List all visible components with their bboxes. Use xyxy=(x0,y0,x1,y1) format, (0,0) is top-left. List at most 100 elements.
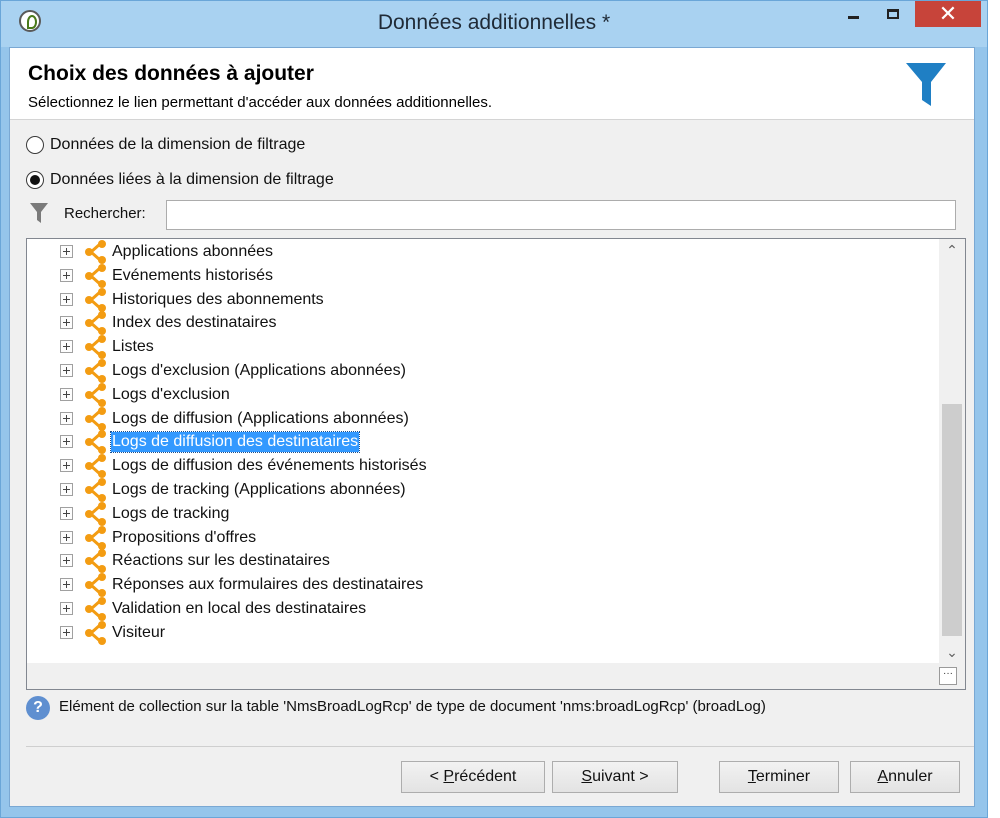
search-input[interactable] xyxy=(166,200,956,230)
radio-button[interactable] xyxy=(26,136,44,154)
previous-accelerator: P xyxy=(443,768,455,785)
tree-item-label: Logs d'exclusion xyxy=(112,385,230,403)
next-label: uivant > xyxy=(592,768,649,785)
tree-item[interactable]: Réactions sur les destinataires xyxy=(27,549,927,574)
maximize-button[interactable] xyxy=(873,1,913,27)
radio-button-checked[interactable] xyxy=(26,171,44,189)
expand-icon[interactable] xyxy=(60,602,73,615)
link-icon xyxy=(85,430,106,455)
link-icon xyxy=(85,620,106,645)
link-icon xyxy=(85,263,106,288)
expand-icon[interactable] xyxy=(60,245,73,258)
info-row: ? Elément de collection sur la table 'Nm… xyxy=(26,696,966,722)
scroll-thumb[interactable] xyxy=(942,404,962,636)
page-title: Choix des données à ajouter xyxy=(28,62,314,85)
tree-item-label: Logs de tracking (Applications abonnées) xyxy=(112,481,406,498)
radio-filter-dimension[interactable]: Données de la dimension de filtrage xyxy=(26,136,305,154)
tree-item[interactable]: Propositions d'offres xyxy=(27,525,927,550)
tree-item-label: Validation en local des destinataires xyxy=(112,600,367,617)
tree-item[interactable]: Applications abonnées xyxy=(27,240,927,264)
minimize-button[interactable] xyxy=(833,1,873,27)
tree-item[interactable]: Evénements historisés xyxy=(27,263,927,288)
expand-icon[interactable] xyxy=(60,340,73,354)
tree-item-label: Index des destinataires xyxy=(112,314,277,332)
more-button[interactable]: ··· xyxy=(939,667,957,685)
search-label: Rechercher: xyxy=(64,205,146,222)
expand-icon[interactable] xyxy=(60,411,73,425)
finish-label: erminer xyxy=(755,768,811,785)
dialog-window: Données additionnelles * ✕ Choix des don… xyxy=(0,0,988,818)
link-icon xyxy=(85,406,106,431)
scroll-down-icon[interactable]: ⌄ xyxy=(939,641,965,663)
link-icon xyxy=(85,287,106,312)
link-icon xyxy=(85,311,106,336)
expand-icon[interactable] xyxy=(60,364,73,377)
expand-icon[interactable] xyxy=(60,268,73,282)
tree-item[interactable]: Visiteur xyxy=(27,620,927,645)
tree-item-label: Visiteur xyxy=(112,623,166,641)
tree-footer-bar xyxy=(27,663,965,689)
radio-label: Données liées à la dimension de filtrage xyxy=(50,171,334,188)
previous-button[interactable]: < Précédent xyxy=(401,761,545,793)
tree-item-label: Logs de diffusion (Applications abonnées… xyxy=(112,409,409,427)
link-icon xyxy=(85,454,106,479)
previous-prefix: < xyxy=(429,768,444,785)
tree-item-label: Evénements historisés xyxy=(112,266,273,284)
tree-item[interactable]: Historiques des abonnements xyxy=(27,287,927,312)
search-row: Rechercher: xyxy=(26,198,958,232)
maximize-icon xyxy=(887,9,899,19)
tree-item[interactable]: Logs de diffusion (Applications abonnées… xyxy=(27,406,927,431)
expand-icon[interactable] xyxy=(60,483,73,496)
expand-icon[interactable] xyxy=(60,554,73,568)
tree-item-label: Historiques des abonnements xyxy=(112,290,324,308)
expand-icon[interactable] xyxy=(60,530,73,544)
cancel-accelerator: A xyxy=(877,768,889,785)
tree-item-label: Listes xyxy=(112,338,154,356)
help-icon: ? xyxy=(26,696,50,720)
minimize-icon xyxy=(847,15,859,19)
tree-item[interactable]: Logs d'exclusion (Applications abonnées) xyxy=(27,359,927,383)
link-icon xyxy=(85,549,106,574)
tree-item[interactable]: Logs de tracking xyxy=(27,501,927,526)
tree-item[interactable]: Logs d'exclusion xyxy=(27,382,927,407)
info-text: Elément de collection sur la table 'NmsB… xyxy=(59,698,766,715)
vertical-scrollbar[interactable]: ⌃ ⌄ xyxy=(939,239,965,663)
link-icon xyxy=(85,359,106,383)
scroll-up-icon[interactable]: ⌃ xyxy=(939,239,965,261)
tree-item[interactable]: Réponses aux formulaires des destinatair… xyxy=(27,573,927,598)
previous-label: récédent xyxy=(454,768,517,785)
link-icon xyxy=(85,240,106,264)
next-button[interactable]: Suivant > xyxy=(552,761,678,793)
tree-item[interactable]: Index des destinataires xyxy=(27,311,927,336)
link-icon xyxy=(85,501,106,526)
expand-icon[interactable] xyxy=(60,459,73,473)
finish-button[interactable]: Terminer xyxy=(719,761,839,793)
close-button[interactable]: ✕ xyxy=(915,1,981,27)
expand-icon[interactable] xyxy=(60,387,73,401)
tree-item-label: Logs de diffusion des événements histori… xyxy=(112,457,427,475)
expand-icon[interactable] xyxy=(60,435,73,449)
tree-list: Applications abonnées Evénements historis… xyxy=(27,239,939,663)
tree-item[interactable]: Logs de diffusion des événements histori… xyxy=(27,454,927,479)
cancel-button[interactable]: Annuler xyxy=(850,761,960,793)
tree-item[interactable]: Logs de tracking (Applications abonnées) xyxy=(27,478,927,502)
tree-item-label: Logs de diffusion des destinataires xyxy=(109,431,361,454)
filter-icon xyxy=(30,203,48,223)
tree-item[interactable]: Validation en local des destinataires xyxy=(27,597,927,621)
expand-icon[interactable] xyxy=(60,625,73,639)
radio-linked-dimension[interactable]: Données liées à la dimension de filtrage xyxy=(26,171,334,189)
tree-item-label: Logs de tracking xyxy=(112,504,230,522)
finish-accelerator: T xyxy=(747,768,756,785)
expand-icon[interactable] xyxy=(60,578,73,592)
cancel-label: nnuler xyxy=(888,768,933,785)
expand-icon[interactable] xyxy=(60,506,73,520)
link-icon xyxy=(85,478,106,502)
tree-item-label: Propositions d'offres xyxy=(112,528,257,546)
link-icon xyxy=(85,573,106,598)
funnel-icon xyxy=(906,63,946,106)
expand-icon[interactable] xyxy=(60,316,73,330)
tree-item[interactable]: Listes xyxy=(27,335,927,360)
tree-item[interactable]: Logs de diffusion des destinataires xyxy=(27,430,927,455)
expand-icon[interactable] xyxy=(60,292,73,306)
radio-label: Données de la dimension de filtrage xyxy=(50,136,306,153)
